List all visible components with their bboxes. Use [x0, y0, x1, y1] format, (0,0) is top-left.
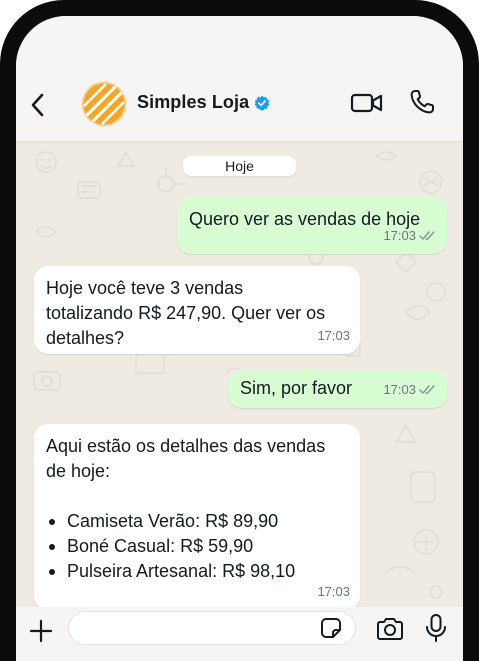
- message-input[interactable]: [68, 611, 356, 645]
- date-chip: Hoje: [183, 156, 296, 176]
- chat-header: Simples Loja: [16, 76, 463, 142]
- microphone-icon[interactable]: [424, 613, 448, 643]
- video-camera-icon[interactable]: [350, 90, 384, 116]
- message-meta: 17:03: [383, 377, 437, 402]
- message-meta: 17:03: [383, 223, 437, 248]
- phone-screen: Simples Loja Hoje Quero ver as vendas de…: [16, 16, 463, 661]
- message-time: 17:03: [317, 584, 350, 599]
- message-time: 17:03: [383, 382, 416, 397]
- message-text-line: Hoje você teve 3 vendas: [46, 278, 244, 298]
- list-item: Camiseta Verão: R$ 89,90: [46, 509, 348, 534]
- back-button[interactable]: [22, 90, 52, 120]
- message-text-line: Aqui estão os detalhes das vendas: [46, 436, 326, 456]
- store-logo-icon: [82, 82, 126, 126]
- message-bubble-incoming[interactable]: Aqui estão os detalhes das vendas de hoj…: [34, 424, 360, 607]
- double-check-icon: [419, 231, 435, 241]
- message-bubble-outgoing[interactable]: Quero ver as vendas de hoje 17:03: [177, 197, 447, 254]
- status-bar-area: [16, 16, 463, 76]
- message-meta: 17:03: [317, 579, 350, 604]
- message-time: 17:03: [317, 328, 350, 343]
- chevron-left-icon: [31, 93, 44, 117]
- camera-icon[interactable]: [375, 617, 405, 641]
- list-item: Pulseira Artesanal: R$ 98,10: [46, 559, 348, 584]
- phone-frame: Simples Loja Hoje Quero ver as vendas de…: [0, 0, 479, 661]
- message-input-bar: [16, 607, 463, 661]
- message-bubble-incoming[interactable]: Hoje você teve 3 vendas totalizando R$ 2…: [34, 266, 360, 354]
- plus-icon[interactable]: [28, 618, 54, 644]
- chat-area[interactable]: Hoje Quero ver as vendas de hoje 17:03 H…: [16, 142, 463, 607]
- message-time: 17:03: [383, 228, 416, 243]
- contact-name[interactable]: Simples Loja: [137, 92, 249, 113]
- sales-list: Camiseta Verão: R$ 89,90 Boné Casual: R$…: [46, 509, 348, 584]
- message-meta: 17:03: [317, 323, 350, 348]
- sticker-icon[interactable]: [320, 617, 342, 639]
- message-text-line: de hoje:: [46, 461, 111, 481]
- list-item: Boné Casual: R$ 59,90: [46, 534, 348, 559]
- message-text-line: detalhes?: [46, 328, 125, 348]
- avatar[interactable]: [82, 82, 126, 126]
- message-bubble-outgoing[interactable]: Sim, por favor 17:03: [228, 370, 447, 408]
- message-text-line: totalizando R$ 247,90. Quer ver os: [46, 303, 326, 323]
- phone-icon[interactable]: [408, 88, 436, 116]
- double-check-icon: [419, 385, 435, 395]
- verified-badge-icon: [254, 95, 270, 111]
